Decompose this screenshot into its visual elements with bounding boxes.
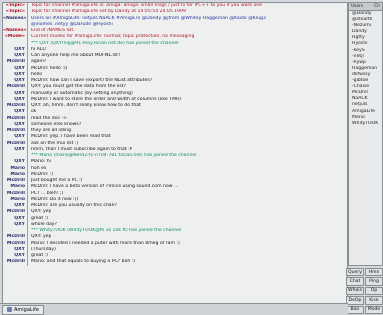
user-list-header-ch: Ch — [374, 4, 380, 9]
irc-window: «Topic» Topic for channel #amiga.life is:… — [0, 0, 383, 315]
chat-log[interactable]: «Topic» Topic for channel #amiga.life is:… — [2, 2, 348, 305]
chat-nick[interactable]: McDrill — [3, 259, 27, 265]
channel-icon — [7, 307, 12, 312]
action-button-kick[interactable]: Kick — [365, 296, 383, 305]
action-button-ban[interactable]: Ban — [346, 305, 364, 314]
channel-tab-label: AmigaLife — [14, 306, 39, 313]
action-button-ping[interactable]: Ping — [365, 277, 383, 286]
chat-message: Mario: and that equals to buying a PC? b… — [31, 259, 136, 265]
action-button-op[interactable]: Op — [365, 286, 383, 296]
action-button-deop[interactable]: DeOp — [346, 296, 364, 305]
action-button-hmn[interactable]: Hmn — [365, 268, 383, 277]
action-button-chat[interactable]: Chat — [346, 277, 364, 286]
chat-message: *** Mario (mario@Nerd2-f1-n704-781 tisca… — [31, 153, 197, 158]
user-list-header: Users Ch — [349, 3, 382, 11]
chat-message: *** QXY (QXY!nig@91-moy.ronan.net.de) ha… — [31, 40, 179, 46]
action-buttons: Query Hmn Chat Ping Whois Op DeOp Kick Ban Mode — [346, 268, 383, 314]
channel-tab-bar: AmigaLife — [0, 303, 348, 315]
channel-tab[interactable]: AmigaLife — [2, 304, 44, 315]
user-list-item[interactable]: WhityTOOK — [349, 121, 382, 127]
action-button-whois[interactable]: Whois — [346, 286, 364, 296]
action-button-query[interactable]: Query — [346, 268, 364, 277]
chat-line: McDrill Mario: and that equals to buying … — [3, 259, 347, 266]
chat-message: QXY: ah, hmm, don't really know how to d… — [31, 103, 141, 108]
action-button-mode[interactable]: Mode — [365, 305, 383, 314]
user-list-header-users: Users — [351, 4, 364, 9]
user-list[interactable]: Users Ch @Dandy @stealth -Nezumi Dandy Hgtty… — [348, 2, 383, 266]
